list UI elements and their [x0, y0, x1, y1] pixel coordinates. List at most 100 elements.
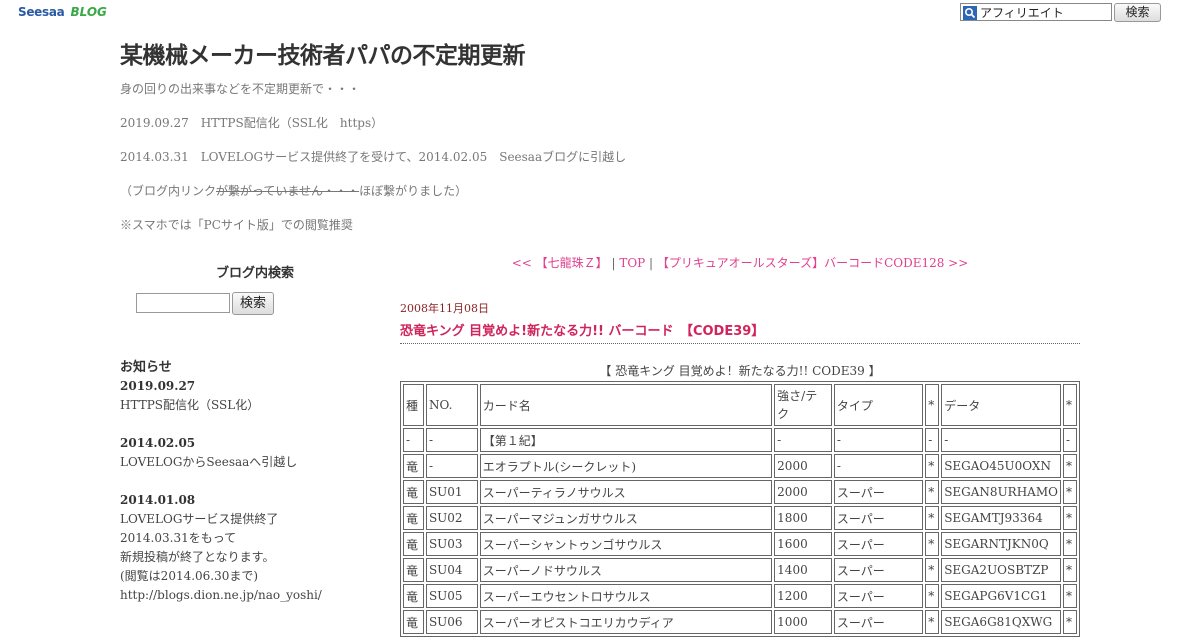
- header-cell: 種: [403, 384, 424, 426]
- table-cell: SEGA6G81QXWG: [941, 610, 1061, 634]
- blog-search-button[interactable]: 検索: [232, 292, 274, 315]
- notice-line-3-suffix: ほぼ繋がりました）: [359, 184, 468, 198]
- blog-description: 身の回りの出来事などを不定期更新で・・・: [120, 82, 361, 96]
- table-cell: -: [941, 428, 1061, 452]
- post-title[interactable]: 恐竜キング 目覚めよ!新たなる力!! バーコード 【CODE39】: [400, 320, 1080, 344]
- table-cell: *: [1062, 506, 1077, 530]
- post: 2008年11月08日 恐竜キング 目覚めよ!新たなる力!! バーコード 【CO…: [400, 300, 1080, 637]
- sidebar: ブログ内検索 検索 お知らせ 2019.09.27 HTTPS配信化（SSL化）…: [120, 262, 390, 602]
- table-cell: 1800: [774, 506, 832, 530]
- table-cell: -: [925, 428, 940, 452]
- table-cell: *: [1062, 454, 1077, 478]
- table-cell: -: [774, 428, 832, 452]
- news-text: HTTPS配信化（SSL化）: [120, 398, 260, 412]
- table-cell: 竜: [403, 558, 424, 582]
- barcode-table: 種 NO. カード名 強さ/テク タイプ * データ * - - 【第１紀】 -…: [400, 381, 1080, 637]
- header-cell: *: [1062, 384, 1077, 426]
- notice-line-3-strike: が繋がっていません・・・: [216, 184, 360, 198]
- search-icon: [963, 6, 977, 20]
- table-cell: 竜: [403, 506, 424, 530]
- table-cell: SU04: [425, 558, 478, 582]
- header-cell: *: [925, 384, 940, 426]
- table-cell: 1400: [774, 558, 832, 582]
- table-cell: SEGA2UOSBTZP: [941, 558, 1061, 582]
- news-section: お知らせ 2019.09.27 HTTPS配信化（SSL化） 2014.02.0…: [120, 358, 390, 605]
- header-cell: NO.: [425, 384, 478, 426]
- logo-blog-text: BLOG: [70, 5, 107, 19]
- next-post-link[interactable]: 【プリキュアオールスターズ】バーコードCODE128 >>: [657, 256, 968, 270]
- global-search-input[interactable]: [980, 5, 1108, 19]
- table-cell: スーパー: [833, 532, 924, 556]
- table-cell: スーパーエウセントロサウルス: [479, 584, 773, 608]
- top-bar: Seesaa BLOG 検索: [0, 0, 1200, 28]
- table-cell: スーパーノドサウルス: [479, 558, 773, 582]
- table-cell: *: [925, 532, 940, 556]
- blog-search-heading: ブログ内検索: [215, 266, 294, 281]
- table-cell: スーパー: [833, 480, 924, 504]
- blog-title[interactable]: 某機械メーカー技術者パパの不定期更新: [120, 36, 1080, 70]
- table-cell: 2000: [774, 454, 832, 478]
- post-date: 2008年11月08日: [400, 302, 489, 315]
- table-cell: スーパー: [833, 558, 924, 582]
- global-search: 検索: [960, 3, 1161, 22]
- blog-header: 某機械メーカー技術者パパの不定期更新 身の回りの出来事などを不定期更新で・・・ …: [120, 36, 1080, 232]
- news-text: 新規投稿が終了となります。: [120, 550, 275, 564]
- top-link[interactable]: TOP: [619, 256, 645, 270]
- header-cell: カード名: [479, 384, 773, 426]
- table-cell: *: [925, 558, 940, 582]
- news-heading: お知らせ: [120, 360, 172, 375]
- seesaa-blog-logo[interactable]: Seesaa BLOG: [18, 5, 107, 19]
- table-cell: エオラプトル(シークレット): [479, 454, 773, 478]
- notice-line-3: （ブログ内リンクが繋がっていません・・・ほぼ繋がりました）: [120, 182, 467, 199]
- global-search-button[interactable]: 検索: [1114, 3, 1161, 22]
- prev-post-link[interactable]: << 【七龍珠Ｚ】: [512, 256, 608, 270]
- table-cell: *: [1062, 480, 1077, 504]
- table-cell: 竜: [403, 454, 424, 478]
- table-cell: SU02: [425, 506, 478, 530]
- news-url: http://blogs.dion.ne.jp/nao_yoshi/: [120, 588, 322, 602]
- notice-line-3-prefix: （ブログ内リンク: [120, 184, 217, 198]
- table-cell: SU05: [425, 584, 478, 608]
- table-cell: *: [1062, 584, 1077, 608]
- table-row: 竜 SU02 スーパーマジュンガサウルス 1800 スーパー * SEGAMTJ…: [403, 506, 1077, 530]
- news-date: 2014.02.05: [120, 436, 196, 450]
- table-row: - - 【第１紀】 - - - - -: [403, 428, 1077, 452]
- table-row: 竜 SU01 スーパーティラノサウルス 2000 スーパー * SEGAN8UR…: [403, 480, 1077, 504]
- blog-search-input[interactable]: [136, 293, 230, 313]
- table-cell: SEGAN8URHAMO: [941, 480, 1061, 504]
- table-cell: スーパー: [833, 610, 924, 634]
- table-cell: -: [833, 454, 924, 478]
- table-cell: *: [1062, 558, 1077, 582]
- notice-line-1: 2019.09.27 HTTPS配信化（SSL化 https）: [120, 116, 384, 130]
- news-date: 2019.09.27: [120, 379, 196, 393]
- nav-separator: |: [645, 256, 657, 270]
- table-cell: -: [403, 428, 424, 452]
- table-cell: -: [1062, 428, 1077, 452]
- table-cell: -: [425, 454, 478, 478]
- table-cell: 竜: [403, 610, 424, 634]
- table-cell: SU03: [425, 532, 478, 556]
- table-cell: SU06: [425, 610, 478, 634]
- table-row: 竜 - エオラプトル(シークレット) 2000 - * SEGAO45U0OXN…: [403, 454, 1077, 478]
- table-cell: SEGAPG6V1CG1: [941, 584, 1061, 608]
- news-text: 2014.03.31をもって: [120, 531, 237, 545]
- notice-line-4: ※スマホでは「PCサイト版」での閲覧推奨: [120, 218, 353, 232]
- header-cell: 強さ/テク: [774, 384, 832, 426]
- table-cell: *: [925, 610, 940, 634]
- table-cell: *: [1062, 532, 1077, 556]
- table-row: 竜 SU06 スーパーオピストコエリカウディア 1000 スーパー * SEGA…: [403, 610, 1077, 634]
- table-cell: スーパーティラノサウルス: [479, 480, 773, 504]
- table-cell: スーパー: [833, 584, 924, 608]
- global-search-box[interactable]: [960, 3, 1112, 21]
- header-cell: タイプ: [833, 384, 924, 426]
- table-cell: 2000: [774, 480, 832, 504]
- news-text: LOVELOGサービス提供終了: [120, 512, 279, 526]
- notice-line-2: 2014.03.31 LOVELOGサービス提供終了を受けて、2014.02.0…: [120, 150, 627, 164]
- table-caption: 【 恐竜キング 目覚めよ！新たなる力!! CODE39 】: [599, 364, 881, 378]
- table-cell: SEGAO45U0OXN: [941, 454, 1061, 478]
- table-cell: 【第１紀】: [479, 428, 773, 452]
- table-cell: スーパーシャントゥンゴサウルス: [479, 532, 773, 556]
- table-cell: 1200: [774, 584, 832, 608]
- table-cell: 竜: [403, 480, 424, 504]
- nav-separator: |: [607, 256, 620, 270]
